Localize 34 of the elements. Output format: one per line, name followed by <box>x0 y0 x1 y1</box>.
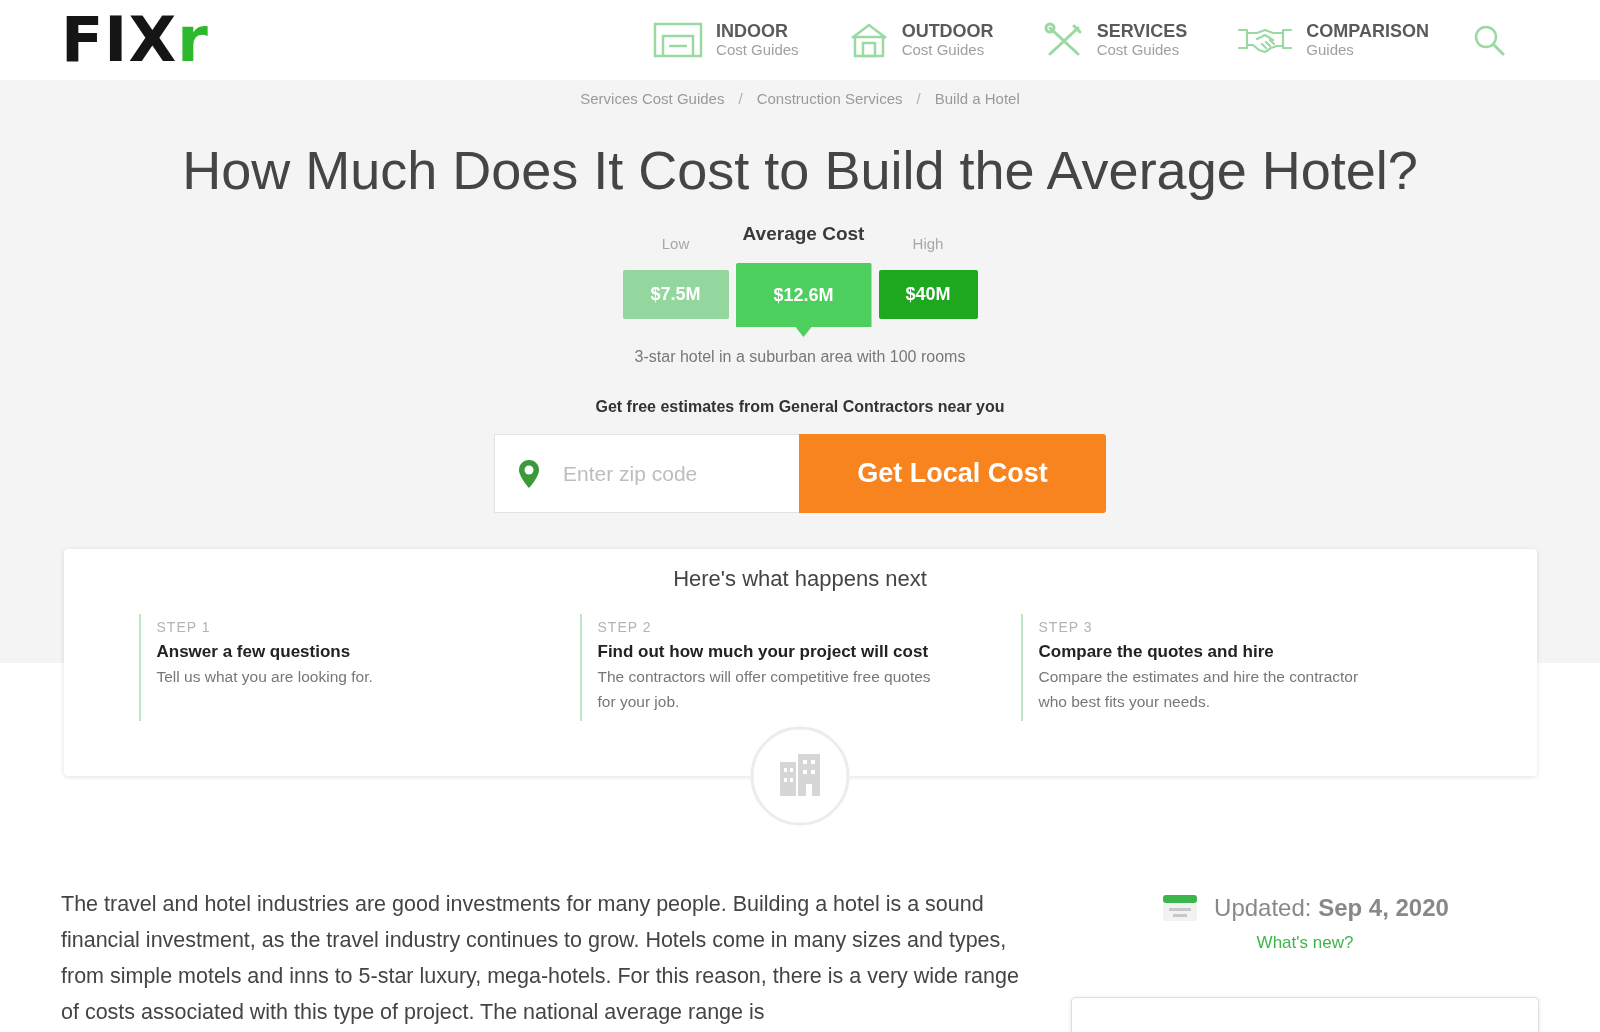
nav-link[interactable]: OUTDOOR Cost Guides <box>848 21 994 59</box>
nav-link[interactable]: INDOOR Cost Guides <box>653 21 799 59</box>
cost-value: $7.5M <box>622 270 729 319</box>
article-paragraph: The travel and hotel industries are good investments for many people. Building a hotel is a sound financial investment, as the travel industry continues to grow. Hotels come in many sizes and types, from simple motels and inns to 5-star luxury, mega-hotels. For this reason, there is a very wide range of costs associated with this type of project. The national average range is <box>61 891 1020 1026</box>
location-pin-icon <box>518 459 540 489</box>
zip-code-field[interactable]: Enter zip code <box>494 434 799 513</box>
breadcrumb-separator: / <box>916 90 921 108</box>
step-label: STEP 3 <box>1038 618 1094 636</box>
nav-link[interactable]: SERVICES Cost Guides <box>1043 21 1188 59</box>
step-title: Answer a few questions <box>156 641 352 662</box>
calendar-icon <box>1161 893 1200 923</box>
updated-date: Updated: Sep 4, 2020 <box>1214 893 1449 923</box>
card-heading: Here's what happens next <box>673 567 927 591</box>
breadcrumb-separator: / <box>738 90 743 108</box>
cost-value: $12.6M <box>735 263 872 337</box>
step-text: The contractors will offer competitive free quotes for your job. <box>597 667 932 712</box>
step-text: Tell us what you are looking for. <box>156 667 374 687</box>
step-title: Find out how much your project will cost <box>597 641 930 662</box>
step-text: Compare the estimates and hire the contractor who best fits your needs. <box>1038 667 1360 712</box>
page-title: How Much Does It Cost to Build the Average Hotel? <box>182 139 1418 201</box>
nav-link[interactable]: COMPARISON Guides <box>1237 21 1429 59</box>
cost-label: Average Cost <box>742 223 865 245</box>
cost-label: High <box>912 235 944 252</box>
cost-caption: 3-star hotel in a suburban area with 100 rooms <box>634 348 966 366</box>
fixr-logo[interactable]: FIXr <box>61 9 209 71</box>
cost-value: $40M <box>878 270 978 319</box>
step-title: Compare the quotes and hire <box>1038 641 1275 662</box>
step-label: STEP 1 <box>156 618 212 636</box>
frame-icon <box>653 22 704 58</box>
tools-icon <box>1043 22 1084 58</box>
search-icon[interactable] <box>1473 24 1505 56</box>
cost-label: Low <box>661 235 690 252</box>
step-label: STEP 2 <box>597 618 653 636</box>
estimate-prompt: Get free estimates from General Contractors near you <box>595 398 1005 416</box>
